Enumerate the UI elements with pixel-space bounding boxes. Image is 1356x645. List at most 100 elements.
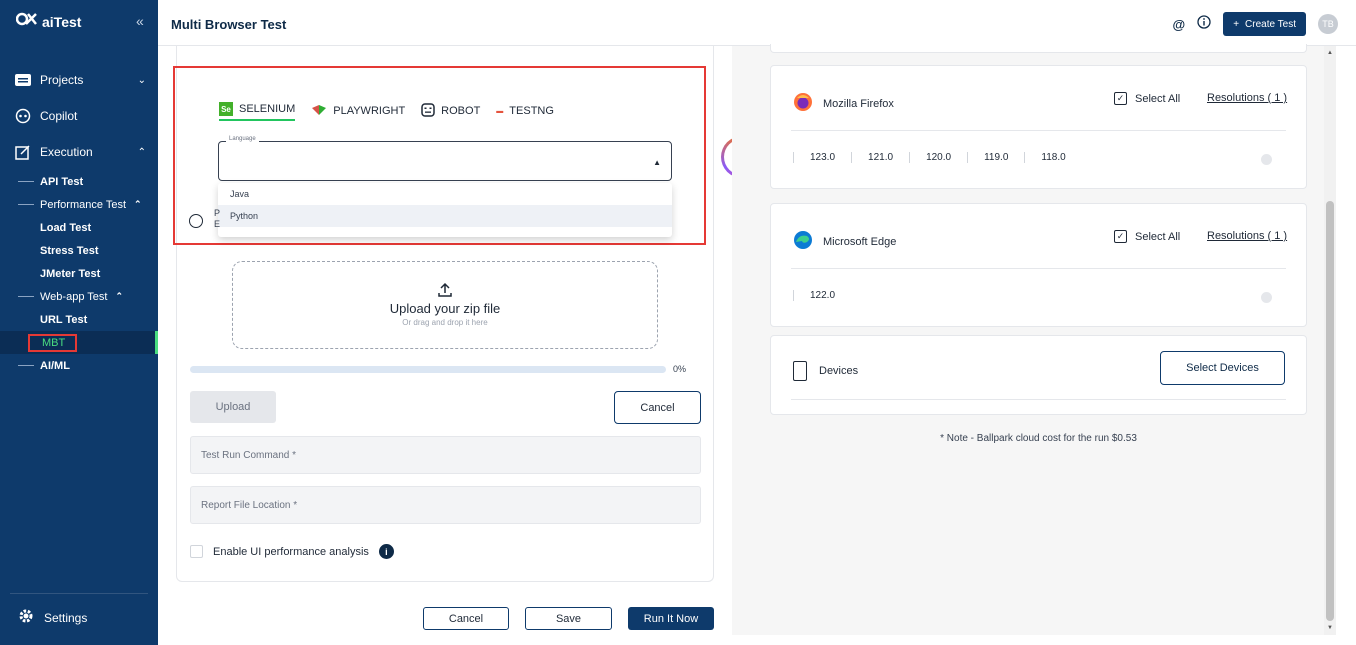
version-chip[interactable]: 123.0	[793, 152, 851, 163]
select-devices-button[interactable]: Select Devices	[1160, 351, 1285, 385]
sidebar-item-label: JMeter Test	[40, 267, 101, 280]
sidebar-item-url-test[interactable]: URL Test	[0, 308, 158, 331]
avatar[interactable]: TB	[1318, 14, 1338, 34]
ui-performance-checkbox[interactable]	[190, 545, 203, 558]
upload-icon	[233, 282, 657, 301]
upload-dropzone[interactable]: Upload your zip file Or drag and drop it…	[232, 261, 658, 349]
ui-performance-label: Enable UI performance analysis	[213, 545, 369, 558]
version-chip[interactable]: 119.0	[967, 152, 1024, 163]
tab-label: PLAYWRIGHT	[333, 105, 406, 117]
edit-square-icon	[14, 143, 32, 161]
run-it-now-button[interactable]: Run It Now	[628, 607, 714, 630]
edge-resolutions-link[interactable]: Resolutions ( 1 )	[1207, 230, 1287, 242]
radio-label: PE	[214, 208, 221, 229]
dropdown-option-java[interactable]: Java	[218, 183, 672, 205]
sidebar-item-projects[interactable]: Projects ⌄	[0, 62, 158, 98]
sidebar-item-label: Web-app Test	[40, 290, 108, 303]
firefox-header: Mozilla Firefox	[793, 92, 894, 115]
copilot-icon	[14, 107, 32, 125]
language-label: Language	[226, 136, 259, 142]
sidebar-item-copilot[interactable]: Copilot	[0, 98, 158, 134]
cancel-button[interactable]: Cancel	[423, 607, 509, 630]
cost-note: * Note - Ballpark cloud cost for the run…	[940, 433, 1137, 444]
scrollbar[interactable]: ▲ ▼	[1324, 46, 1336, 635]
upload-button[interactable]: Upload	[190, 391, 276, 423]
chevron-down-icon: ⌄	[137, 74, 146, 86]
language-dropdown: Java Python	[218, 183, 672, 237]
sidebar-item-label: Load Test	[40, 221, 92, 234]
scroll-up-icon[interactable]: ▲	[1327, 50, 1333, 56]
save-button[interactable]: Save	[525, 607, 612, 630]
tab-playwright[interactable]: PLAYWRIGHT	[311, 101, 405, 121]
firefox-versions: 123.0 121.0 120.0 119.0 118.0	[793, 152, 1082, 163]
sidebar-item-jmeter-test[interactable]: JMeter Test	[0, 262, 158, 285]
tab-testng[interactable]: ▬ TESTNG	[496, 101, 554, 121]
divider	[791, 268, 1286, 269]
sidebar-item-load-test[interactable]: Load Test	[0, 216, 158, 239]
version-chip[interactable]: 118.0	[1024, 152, 1081, 163]
robot-icon	[421, 102, 435, 120]
test-run-command-field[interactable]: Test Run Command *	[190, 436, 701, 474]
create-test-label: Create Test	[1245, 18, 1296, 30]
edge-card: Microsoft Edge ✓ Select All Resolutions …	[770, 203, 1307, 327]
sidebar-item-api-test[interactable]: API Test	[0, 170, 158, 193]
version-chip[interactable]: 120.0	[909, 152, 967, 163]
caret-up-icon: ▲	[653, 158, 661, 167]
sidebar-item-label: API Test	[40, 175, 84, 188]
divider	[791, 399, 1286, 400]
sidebar-nav: Projects ⌄ Copilot Execution ⌃ API Test …	[0, 62, 158, 377]
devices-header: Devices	[793, 361, 858, 381]
devices-label: Devices	[819, 365, 859, 377]
collapse-sidebar-icon[interactable]: «	[136, 13, 144, 29]
sidebar-item-aiml[interactable]: AI/ML	[0, 354, 158, 377]
scrollbar-thumb[interactable]	[1326, 201, 1334, 621]
upload-title: Upload your zip file	[389, 301, 501, 316]
sidebar-item-performance-test[interactable]: Performance Test ⌃	[0, 193, 158, 216]
sidebar-item-webapp-test[interactable]: Web-app Test ⌃	[0, 285, 158, 308]
scroll-down-icon[interactable]: ▼	[1327, 625, 1333, 631]
selenium-icon: Se	[219, 102, 233, 116]
sidebar-item-settings[interactable]: Settings	[18, 608, 87, 627]
brand-logo[interactable]: aiTest	[15, 12, 81, 31]
ui-performance-row: Enable UI performance analysis i	[190, 544, 394, 559]
chevron-up-icon: ⌃	[137, 146, 146, 158]
tab-selenium[interactable]: Se SELENIUM	[219, 101, 296, 121]
report-file-location-field[interactable]: Report File Location *	[190, 486, 701, 524]
browser-name: Mozilla Firefox	[823, 97, 894, 110]
firefox-resolutions-link[interactable]: Resolutions ( 1 )	[1207, 92, 1287, 104]
dropdown-option-python[interactable]: Python	[218, 205, 672, 227]
active-indicator	[155, 331, 158, 354]
chevron-up-icon: ⌃	[134, 199, 142, 209]
add-version-icon[interactable]	[1261, 154, 1272, 165]
language-select[interactable]: Language ▲	[218, 136, 672, 181]
version-chip[interactable]: 121.0	[851, 152, 909, 163]
radio-option[interactable]	[189, 214, 203, 228]
version-chip[interactable]: 122.0	[793, 290, 851, 301]
edge-select-all[interactable]: ✓ Select All	[1114, 230, 1180, 243]
devices-card: Devices Select Devices	[770, 335, 1307, 415]
playwright-icon	[311, 104, 327, 119]
add-version-icon[interactable]	[1261, 292, 1272, 303]
sidebar: aiTest « Projects ⌄ Copilot Execution ⌃ …	[0, 0, 158, 645]
firefox-icon	[793, 92, 813, 115]
select-all-label: Select All	[1135, 92, 1181, 105]
tab-label: TESTNG	[509, 105, 554, 117]
at-sign-icon[interactable]: @	[1173, 17, 1186, 32]
cancel-upload-button[interactable]: Cancel	[614, 391, 701, 424]
tab-label: SELENIUM	[239, 103, 296, 115]
info-icon[interactable]: i	[378, 544, 394, 559]
info-icon[interactable]	[1197, 14, 1211, 34]
sidebar-item-execution[interactable]: Execution ⌃	[0, 134, 158, 170]
gear-icon	[18, 608, 34, 627]
brand-mark-icon	[15, 12, 38, 31]
upload-progress-percent: 0%	[673, 364, 687, 374]
sidebar-item-label: Settings	[44, 610, 88, 625]
checkbox-checked-icon: ✓	[1114, 230, 1127, 243]
sidebar-item-mbt[interactable]: MBT	[0, 331, 158, 354]
divider	[791, 130, 1286, 131]
create-test-button[interactable]: + Create Test	[1223, 12, 1306, 36]
sidebar-divider	[10, 593, 148, 594]
tab-robot[interactable]: ROBOT	[421, 101, 480, 121]
firefox-select-all[interactable]: ✓ Select All	[1114, 92, 1180, 105]
sidebar-item-stress-test[interactable]: Stress Test	[0, 239, 158, 262]
